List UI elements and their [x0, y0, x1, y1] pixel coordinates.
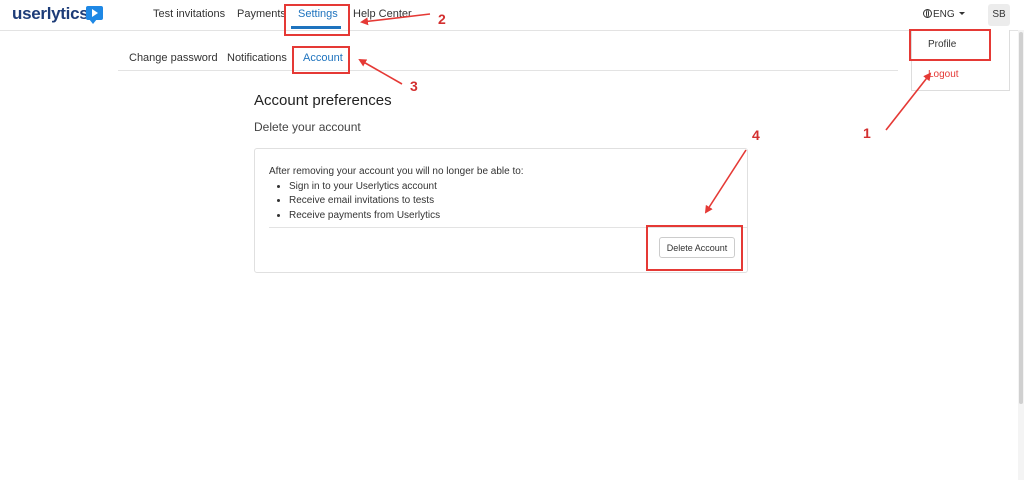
- annotation-arrows: [358, 13, 932, 214]
- annotation-number-4: 4: [752, 127, 760, 143]
- annotation-number-1: 1: [863, 125, 871, 141]
- arrow-1: [885, 72, 932, 131]
- annotation-number-2: 2: [438, 11, 446, 27]
- arrow-4: [704, 149, 747, 214]
- annotation-number-3: 3: [410, 78, 418, 94]
- arrow-3: [358, 59, 403, 85]
- arrow-2: [360, 13, 431, 26]
